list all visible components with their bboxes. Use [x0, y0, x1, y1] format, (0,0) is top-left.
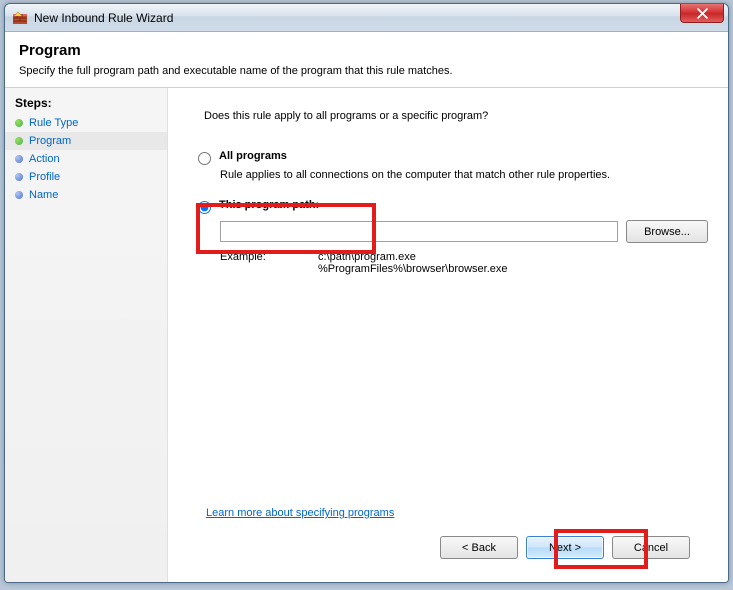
step-program[interactable]: Program [5, 132, 167, 150]
steps-sidebar: Steps: Rule Type Program Action Profile … [5, 88, 168, 583]
wizard-content: Does this rule apply to all programs or … [168, 88, 728, 583]
step-bullet-icon [15, 137, 23, 145]
option-all-desc: Rule applies to all connections on the c… [220, 169, 708, 181]
step-label: Action [29, 153, 60, 165]
example-label: Example: [220, 251, 288, 275]
close-icon [697, 8, 708, 19]
page-subtitle: Specify the full program path and execut… [19, 65, 714, 77]
step-action[interactable]: Action [5, 150, 167, 168]
close-button[interactable] [680, 4, 724, 23]
option-this-program[interactable]: This program path: [198, 199, 708, 214]
step-label: Rule Type [29, 117, 78, 129]
firewall-icon [12, 10, 28, 26]
wizard-window: New Inbound Rule Wizard Program Specify … [4, 3, 729, 583]
step-rule-type[interactable]: Rule Type [5, 114, 167, 132]
cancel-button[interactable]: Cancel [612, 536, 690, 559]
radio-all-programs[interactable] [198, 152, 211, 165]
wizard-body: Steps: Rule Type Program Action Profile … [5, 88, 728, 583]
program-path-row: Browse... [220, 220, 708, 243]
step-label: Profile [29, 171, 60, 183]
step-bullet-icon [15, 173, 23, 181]
step-profile[interactable]: Profile [5, 168, 167, 186]
titlebar: New Inbound Rule Wizard [5, 4, 728, 32]
step-name[interactable]: Name [5, 186, 167, 204]
browse-button[interactable]: Browse... [626, 220, 708, 243]
step-bullet-icon [15, 191, 23, 199]
options-group: All programs Rule applies to all connect… [198, 150, 708, 275]
example-text: c:\path\program.exe %ProgramFiles%\brows… [318, 251, 508, 275]
next-button[interactable]: Next > [526, 536, 604, 559]
question-text: Does this rule apply to all programs or … [204, 110, 708, 122]
step-label: Name [29, 189, 58, 201]
step-bullet-icon [15, 119, 23, 127]
option-all-programs[interactable]: All programs [198, 150, 708, 165]
learn-more-link[interactable]: Learn more about specifying programs [206, 507, 708, 519]
program-path-input[interactable] [220, 221, 618, 242]
window-title: New Inbound Rule Wizard [34, 11, 173, 25]
wizard-header: Program Specify the full program path an… [5, 32, 728, 88]
option-path-label: This program path: [219, 199, 319, 211]
example-row: Example: c:\path\program.exe %ProgramFil… [220, 251, 708, 275]
steps-label: Steps: [5, 94, 167, 114]
step-bullet-icon [15, 155, 23, 163]
radio-this-program[interactable] [198, 201, 211, 214]
option-all-label: All programs [219, 150, 287, 162]
wizard-footer: < Back Next > Cancel [204, 533, 708, 575]
step-label: Program [29, 135, 71, 147]
back-button[interactable]: < Back [440, 536, 518, 559]
page-heading: Program [19, 42, 714, 59]
